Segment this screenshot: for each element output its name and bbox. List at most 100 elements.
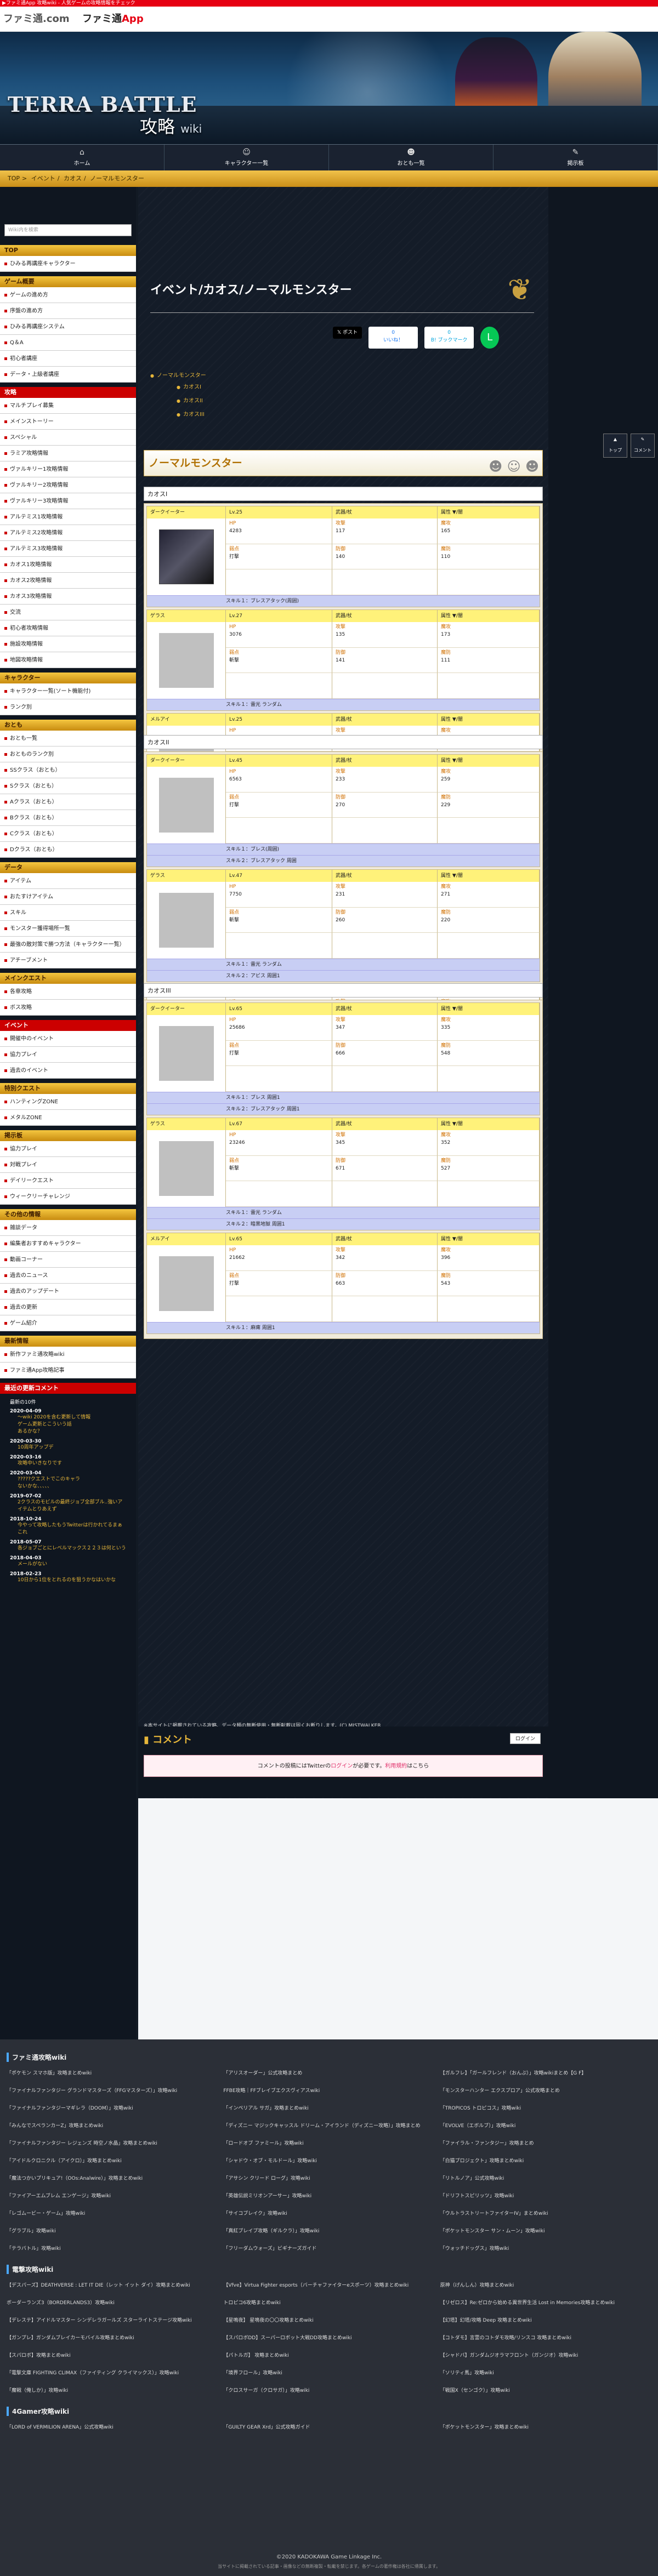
sidebar-item[interactable]: SSクラス（おとも） bbox=[0, 762, 136, 778]
notice-login-link[interactable]: ログイン bbox=[331, 1763, 353, 1769]
footer-link[interactable]: 【スパロボ】攻略まとめwiki bbox=[7, 2347, 218, 2364]
footer-link[interactable]: 【幻塔】幻塔/攻略 Deep 攻略まとめwiki bbox=[440, 2312, 651, 2329]
terms-link[interactable]: 利用規約 bbox=[385, 1763, 407, 1769]
monster-name[interactable]: ダークイーター bbox=[147, 1003, 226, 1015]
footer-link[interactable]: 「シャドウ・オブ・モルドール」攻略wiki bbox=[223, 2153, 434, 2169]
footer-link[interactable]: 「ファイアーエムブレム エンゲージ」攻略wiki bbox=[7, 2188, 218, 2204]
scroll-top-button[interactable]: ▲ トップ bbox=[603, 434, 627, 458]
footer-link[interactable]: 「電撃文庫 FIGHTING CLIMAX（ファイティング クライマックス）」攻… bbox=[7, 2365, 218, 2381]
sidebar-item[interactable]: データ・上級者講座 bbox=[0, 367, 136, 383]
footer-link[interactable]: 「グラブル」攻略wiki bbox=[7, 2223, 218, 2239]
sidebar-item[interactable]: 序盤の進め方 bbox=[0, 303, 136, 319]
footer-link[interactable]: 【星鳴夜】 星鳴夜の〇〇攻略まとめwiki bbox=[223, 2312, 434, 2329]
sidebar-item[interactable]: ファミ通App攻略記事 bbox=[0, 1363, 136, 1378]
breadcrumb-link[interactable]: TOP bbox=[8, 175, 20, 182]
sidebar-item[interactable]: 最強の敵対策で勝つ方法（キャラクター一覧） bbox=[0, 937, 136, 953]
footer-link[interactable]: 「モンスターハンター エクスプロア」公式攻略まとめ bbox=[440, 2083, 651, 2099]
sidebar-item[interactable]: 協力プレイ bbox=[0, 1047, 136, 1063]
sidebar-item[interactable]: ヴァルキリー1攻略情報 bbox=[0, 461, 136, 477]
recent-entry[interactable]: あるかな？ bbox=[10, 1428, 126, 1435]
jump-comment-button[interactable]: ✎ コメント bbox=[631, 434, 655, 458]
monster-name[interactable]: ゲラス bbox=[147, 610, 226, 622]
sidebar-item[interactable]: ヴァルキリー2攻略情報 bbox=[0, 477, 136, 493]
recent-entry[interactable]: ?????クエストでこのキャラ bbox=[10, 1476, 126, 1483]
sidebar-item[interactable]: 開催中のイベント bbox=[0, 1031, 136, 1047]
sidebar-item[interactable]: カオス1攻略情報 bbox=[0, 557, 136, 573]
toc-item[interactable]: ノーマルモンスター bbox=[150, 371, 315, 379]
footer-link[interactable]: 「インペリアル サガ」攻略まとめwiki bbox=[223, 2100, 434, 2117]
sidebar-item[interactable]: アルテミス3攻略情報 bbox=[0, 541, 136, 557]
footer-link[interactable]: 「サイコブレイク」攻略wiki bbox=[223, 2205, 434, 2222]
sidebar-item[interactable]: 初心者攻略情報 bbox=[0, 620, 136, 636]
sidebar-item[interactable]: 過去のイベント bbox=[0, 1063, 136, 1079]
footer-link[interactable]: FFBE攻略｜FFブレイブエクスヴィアスwiki bbox=[223, 2083, 434, 2099]
sidebar-item[interactable]: ゲーム紹介 bbox=[0, 1315, 136, 1331]
famitsu-app-logo[interactable]: ファミ通App bbox=[82, 11, 144, 25]
footer-link[interactable]: 「白猫プロジェクト」攻略まとめwiki bbox=[440, 2153, 651, 2169]
sidebar-item[interactable]: メタルZONE bbox=[0, 1110, 136, 1126]
sidebar-item[interactable]: 新作ファミ通攻略wiki bbox=[0, 1347, 136, 1363]
sidebar-item[interactable]: 過去のニュース bbox=[0, 1268, 136, 1284]
footer-link[interactable]: 「GUILTY GEAR Xrd」公式攻略ガイド bbox=[223, 2419, 434, 2436]
sidebar-item[interactable]: ゲームの進め方 bbox=[0, 287, 136, 303]
recent-entry[interactable]: ないかな、、、、、 bbox=[10, 1483, 126, 1490]
sidebar-item[interactable]: ひみる再講座キャラクター bbox=[0, 256, 136, 272]
sidebar-item[interactable]: スキル bbox=[0, 905, 136, 921]
sidebar-item[interactable]: 交流 bbox=[0, 605, 136, 620]
breadcrumb-link[interactable]: イベント bbox=[31, 175, 55, 182]
footer-link[interactable]: 【ガルフレ】「ガールフレンド（おんぷ）」攻略wikiまとめ【G F】 bbox=[440, 2065, 651, 2082]
sidebar-item[interactable]: 対戦プレイ bbox=[0, 1157, 136, 1173]
x-post-button[interactable]: 𝕏 ポスト bbox=[333, 327, 362, 339]
nav-otomo[interactable]: ☻ おとも一覧 bbox=[329, 145, 494, 170]
sidebar-item[interactable]: アルテミス1攻略情報 bbox=[0, 509, 136, 525]
nav-characters[interactable]: ☺ キャラクター一覧 bbox=[164, 145, 329, 170]
top-promo-strip[interactable]: ▶ファミ通App 攻略wiki - 人気ゲームの攻略情報をチェック bbox=[0, 0, 658, 7]
monster-name[interactable]: ゲラス bbox=[147, 1118, 226, 1130]
footer-link[interactable]: 「ファイナルファンタジー グランドマスターズ（FFGマスターズ）」攻略wiki bbox=[7, 2083, 218, 2099]
sidebar-item[interactable]: ラミア攻略情報 bbox=[0, 446, 136, 461]
footer-link[interactable]: 「リトルノア」公式攻略wiki bbox=[440, 2170, 651, 2187]
monster-name[interactable]: メルアイ bbox=[147, 1233, 226, 1245]
footer-link[interactable]: 「戦国X（センゴク）」攻略wiki bbox=[440, 2383, 651, 2399]
recent-entry[interactable]: 10周年アップデ bbox=[10, 1444, 126, 1451]
sidebar-item[interactable]: Cクラス（おとも） bbox=[0, 826, 136, 842]
monster-name[interactable]: ダークイーター bbox=[147, 506, 226, 518]
sidebar-item[interactable]: 編集者おすすめキャラクター bbox=[0, 1236, 136, 1252]
footer-link[interactable]: 「アリスオーダー」公式攻略まとめ bbox=[223, 2065, 434, 2082]
footer-link[interactable]: 【パトルガ】 攻略まとめwiki bbox=[223, 2347, 434, 2364]
footer-link[interactable]: 「魔法つかいプリキュア!（OOs:Analwire）」攻略まとめwiki bbox=[7, 2170, 218, 2187]
footer-link[interactable]: 「ソリティ馬」攻略wiki bbox=[440, 2365, 651, 2381]
footer-link[interactable]: 「ディズニー マジックキャッスル ドリーム・アイランド（ディズニー攻略）」攻略ま… bbox=[223, 2118, 434, 2134]
recent-entry[interactable]: 攻略中いきなりです bbox=[10, 1460, 126, 1467]
sidebar-item[interactable]: Aクラス（おとも） bbox=[0, 794, 136, 810]
footer-link[interactable]: トロピコ6攻略まとめwiki bbox=[223, 2295, 434, 2311]
recent-entry[interactable]: 〜wiki 2020を含む更新して情報 bbox=[10, 1414, 126, 1421]
footer-link[interactable]: 「フリーダムウォーズ」ビギナーズガイド bbox=[223, 2241, 434, 2257]
footer-link[interactable]: 「クロスサーガ（クロサガ）」攻略wiki bbox=[223, 2383, 434, 2399]
hatena-bookmark-button[interactable]: 0 B! ブックマーク bbox=[424, 327, 474, 349]
recent-entry[interactable]: 2クラスのモビルの最終ジョブ全部ブル..強いアイテムとりあえず bbox=[10, 1499, 126, 1513]
footer-link[interactable]: 「ドリフトスピリッツ」攻略wiki bbox=[440, 2188, 651, 2204]
footer-link[interactable]: 「魔戦（俺しか）」攻略wiki bbox=[7, 2383, 218, 2399]
famitsu-logo[interactable]: ファミ通.com bbox=[3, 11, 70, 25]
sidebar-item[interactable]: カオス2攻略情報 bbox=[0, 573, 136, 589]
recent-entry[interactable]: ゲーム更新とこういう話 bbox=[10, 1421, 126, 1428]
footer-link[interactable]: ボーダーランズ3（BORDERLANDS3）攻略wiki bbox=[7, 2295, 218, 2311]
footer-link[interactable]: 【デスパーズ】DEATHVERSE : LET IT DIE（レット イット ダ… bbox=[7, 2277, 218, 2294]
footer-link[interactable]: 「レゴムービー・ゲーム」攻略wiki bbox=[7, 2205, 218, 2222]
sidebar-item[interactable]: おとも一覧 bbox=[0, 731, 136, 746]
sidebar-item[interactable]: デイリークエスト bbox=[0, 1173, 136, 1189]
sidebar-item[interactable]: アイテム bbox=[0, 873, 136, 889]
footer-link[interactable]: 「ロードオブ ファミール」攻略wiki bbox=[223, 2135, 434, 2152]
sidebar-item[interactable]: Q＆A bbox=[0, 335, 136, 351]
sidebar-item[interactable]: 協力プレイ bbox=[0, 1141, 136, 1157]
sidebar-item[interactable]: マルチプレイ募集 bbox=[0, 398, 136, 414]
footer-link[interactable]: 「英雄伝説ミリオンアーサー」攻略wiki bbox=[223, 2188, 434, 2204]
footer-link[interactable]: 「ファイナルファンタジー レジェンズ 時空ノ水晶」攻略まとめwiki bbox=[7, 2135, 218, 2152]
sidebar-item[interactable]: ヴァルキリー3攻略情報 bbox=[0, 493, 136, 509]
sidebar-item[interactable]: 動画コーナー bbox=[0, 1252, 136, 1268]
monster-name[interactable]: ゲラス bbox=[147, 870, 226, 882]
sidebar-item[interactable]: 施設攻略情報 bbox=[0, 636, 136, 652]
monster-name[interactable]: メルアイ bbox=[147, 714, 226, 726]
recent-entry[interactable]: 各ジョブごとにレベルマックス２２３は何という bbox=[10, 1545, 126, 1552]
